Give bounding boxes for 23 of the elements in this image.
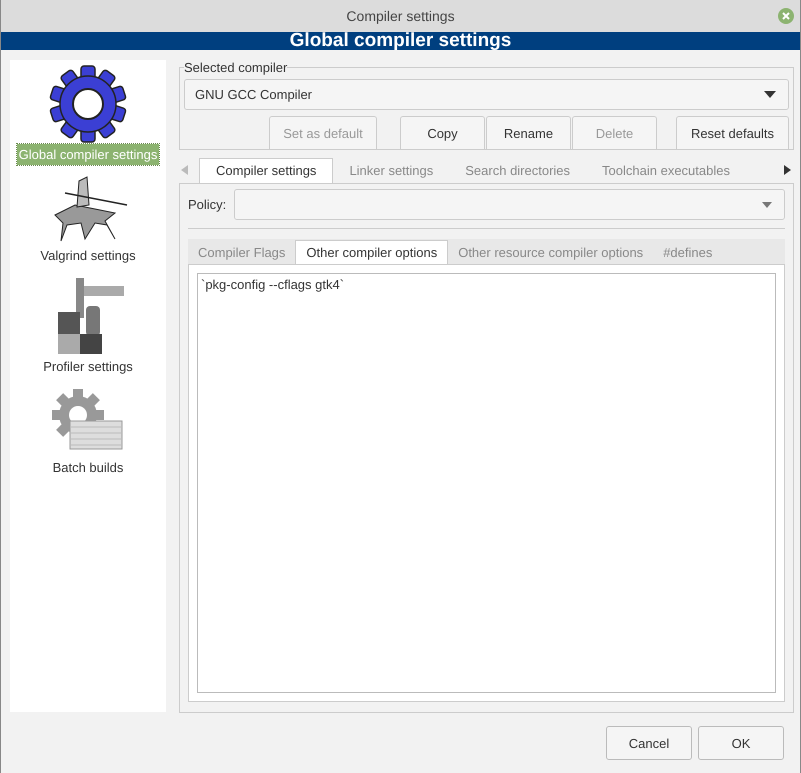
sidebar-item[interactable]: Batch builds xyxy=(50,457,126,478)
options-text-area[interactable]: `pkg-config --cflags gtk4` xyxy=(197,273,776,693)
dialog-button[interactable]: OK xyxy=(698,726,784,760)
close-icon[interactable] xyxy=(777,7,795,25)
window-title: Compiler settings xyxy=(346,8,455,24)
dropdown-arrow-icon xyxy=(762,202,772,208)
tab[interactable]: Compiler settings xyxy=(199,158,334,183)
group-label: Selected compiler xyxy=(184,60,288,75)
banner-title: Global compiler settings xyxy=(290,32,512,50)
gear-icon[interactable] xyxy=(48,64,128,144)
tab[interactable]: Other compiler options xyxy=(295,240,448,264)
compiler-dropdown[interactable]: GNU GCC Compiler xyxy=(184,79,789,110)
sidebar-item[interactable]: Profiler settings xyxy=(41,356,135,377)
compiler-button[interactable]: Rename xyxy=(486,116,571,149)
dialog-button[interactable]: Cancel xyxy=(606,726,692,760)
policy-label: Policy: xyxy=(188,197,226,212)
dropdown-arrow-icon xyxy=(764,91,776,98)
compiler-button[interactable]: Reset defaults xyxy=(676,116,789,149)
options-text: `pkg-config --cflags gtk4` xyxy=(201,277,344,292)
policy-dropdown[interactable] xyxy=(234,189,785,220)
sidebar-item[interactable]: Valgrind settings xyxy=(38,245,138,266)
compiler-button[interactable]: Copy xyxy=(400,116,485,149)
scroll-right-icon[interactable] xyxy=(784,165,792,175)
